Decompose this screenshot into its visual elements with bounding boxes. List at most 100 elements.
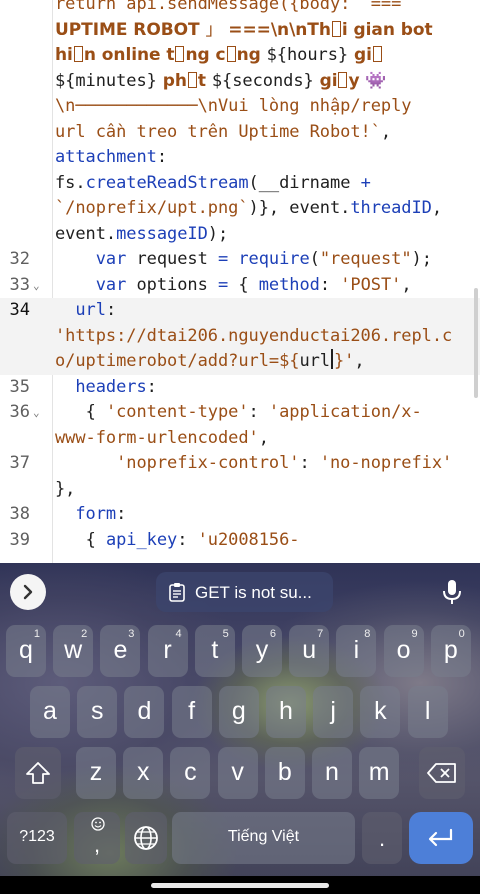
code-text[interactable]: event.messageID);	[55, 222, 474, 248]
fold-chevron-icon[interactable]: ⌄	[33, 279, 40, 292]
key-v[interactable]: v	[217, 747, 258, 799]
code-line[interactable]: o/uptimerobot/add?url=${url}',	[0, 349, 480, 375]
code-text[interactable]: url:	[55, 298, 474, 324]
code-text[interactable]: www-form-urlencoded',	[55, 426, 474, 452]
code-text[interactable]: { api_key: 'u2008156-	[55, 528, 474, 554]
code-token: {	[228, 274, 259, 295]
code-text[interactable]: fs.createReadStream(__dirname +	[55, 171, 474, 197]
key-w[interactable]: 2w	[53, 625, 94, 677]
key-label: g	[231, 697, 246, 725]
key-u[interactable]: 7u	[289, 625, 330, 677]
code-editor[interactable]: return api.sendMessage({body: `=== UPTIME…	[0, 0, 480, 563]
code-text[interactable]: var options = { method: 'POST',	[55, 273, 474, 299]
code-text[interactable]: return api.sendMessage({body: `===	[55, 0, 474, 18]
key-p[interactable]: 0p	[430, 625, 471, 677]
key-o[interactable]: 9o	[383, 625, 424, 677]
key-l[interactable]: l	[407, 686, 448, 738]
code-text[interactable]: form:	[55, 502, 474, 528]
comma-key[interactable]: ,	[74, 812, 120, 864]
line-number: 35	[9, 376, 30, 397]
enter-key[interactable]	[409, 812, 473, 864]
key-q[interactable]: 1q	[6, 625, 46, 677]
code-line[interactable]: UPTIME ROBOT 」 ===\n\nTh i gian bot	[0, 18, 480, 44]
symbols-key[interactable]: ?123	[7, 812, 67, 864]
expand-toolbar-button[interactable]	[10, 574, 46, 610]
editor-scroll-indicator[interactable]	[474, 288, 478, 398]
code-line[interactable]: 'https://dtai206.nguyenductai206.repl.c	[0, 323, 480, 350]
key-b[interactable]: b	[264, 747, 305, 799]
code-line[interactable]: 33 ⌄ var options = { method: 'POST',	[0, 273, 480, 299]
code-token: request	[126, 249, 218, 269]
period-key-label: .	[378, 826, 386, 851]
code-token: :	[105, 300, 117, 320]
code-line[interactable]: event.messageID);	[0, 222, 480, 248]
key-f[interactable]: f	[171, 686, 212, 738]
code-line[interactable]: 32 var request = require("request");	[0, 247, 480, 273]
code-line[interactable]: 34 url:	[0, 298, 480, 324]
code-token: attachment	[55, 147, 157, 167]
fold-chevron-icon[interactable]: ⌄	[33, 406, 40, 419]
code-text[interactable]: { 'content-type': 'application/x-	[55, 400, 474, 426]
code-text[interactable]: ${minutes} ph t ${seconds} gi y 👾	[55, 69, 474, 95]
key-e[interactable]: 3e	[100, 625, 141, 677]
code-text[interactable]: \n────────────\nVui lòng nhập/reply	[55, 94, 474, 120]
code-line[interactable]: ${minutes} ph t ${seconds} gi y 👾	[0, 69, 480, 95]
key-r[interactable]: 4r	[147, 625, 188, 677]
key-k[interactable]: k	[360, 686, 401, 738]
key-y[interactable]: 6y	[242, 625, 282, 677]
home-gesture-handle[interactable]	[151, 883, 329, 888]
key-s[interactable]: s	[77, 686, 118, 738]
code-line[interactable]: www-form-urlencoded',	[0, 426, 480, 452]
code-line[interactable]: },	[0, 477, 480, 503]
code-line[interactable]: url cần treo trên Uptime Robot!`,	[0, 120, 480, 146]
clipboard-suggestion-chip[interactable]: GET is not su...	[156, 572, 333, 612]
shift-key[interactable]	[15, 747, 61, 799]
code-text[interactable]: headers:	[55, 375, 474, 401]
code-line[interactable]: 35 headers:	[0, 375, 480, 401]
code-line[interactable]: 37 'noprefix-control': 'no-noprefix'	[0, 451, 480, 477]
backspace-key[interactable]	[419, 747, 465, 799]
code-line[interactable]: fs.createReadStream(__dirname +	[0, 171, 480, 197]
space-key[interactable]: Tiếng Việt	[172, 812, 355, 864]
period-key[interactable]: .	[362, 812, 402, 864]
code-token: n online t	[83, 45, 175, 65]
code-text[interactable]: var request = require("request");	[55, 247, 474, 273]
key-g[interactable]: g	[218, 686, 259, 738]
key-i[interactable]: 8i	[336, 625, 377, 677]
key-n[interactable]: n	[312, 747, 352, 799]
key-z[interactable]: z	[76, 747, 116, 799]
code-text[interactable]: },	[55, 477, 474, 503]
code-line[interactable]: \n────────────\nVui lòng nhập/reply	[0, 94, 480, 120]
key-h[interactable]: h	[266, 686, 306, 738]
code-text[interactable]: `/noprefix/upt.png`)}, event.threadID,	[55, 196, 474, 222]
code-line[interactable]: attachment:	[0, 145, 480, 171]
code-text[interactable]: url cần treo trên Uptime Robot!`,	[55, 120, 474, 146]
key-x[interactable]: x	[123, 747, 164, 799]
code-line[interactable]: 36 ⌄ { 'content-type': 'application/x-	[0, 400, 480, 426]
code-text[interactable]: attachment:	[55, 145, 474, 171]
code-token: url cần treo trên Uptime Robot!`	[55, 121, 381, 142]
code-text[interactable]: 'https://dtai206.nguyenductai206.repl.c	[55, 324, 474, 350]
key-c[interactable]: c	[170, 747, 211, 799]
code-token: hi	[55, 45, 73, 65]
code-text[interactable]: hi n online t ng c ng ${hours} gi	[55, 43, 474, 69]
key-label: h	[279, 697, 293, 725]
key-t[interactable]: 5t	[194, 625, 235, 677]
code-text[interactable]: 'noprefix-control': 'no-noprefix'	[55, 451, 474, 477]
code-line[interactable]: 39 { api_key: 'u2008156-	[0, 528, 480, 554]
key-m[interactable]: m	[359, 747, 400, 799]
space-key-label: Tiếng Việt	[227, 828, 300, 845]
mic-icon[interactable]	[441, 578, 463, 606]
language-key[interactable]	[125, 812, 167, 864]
key-j[interactable]: j	[313, 686, 354, 738]
key-d[interactable]: d	[124, 686, 165, 738]
code-line[interactable]: `/noprefix/upt.png`)}, event.threadID,	[0, 196, 480, 222]
code-line[interactable]: 38 form:	[0, 502, 480, 528]
code-text[interactable]: o/uptimerobot/add?url=${url}',	[55, 349, 474, 375]
missing-glyph-box	[331, 20, 341, 37]
key-a[interactable]: a	[30, 686, 70, 738]
code-token: t	[197, 70, 212, 91]
code-text[interactable]: UPTIME ROBOT 」 ===\n\nTh i gian bot	[55, 18, 474, 44]
code-line[interactable]: return api.sendMessage({body: `===	[0, 0, 480, 18]
code-line[interactable]: hi n online t ng c ng ${hours} gi	[0, 43, 480, 69]
